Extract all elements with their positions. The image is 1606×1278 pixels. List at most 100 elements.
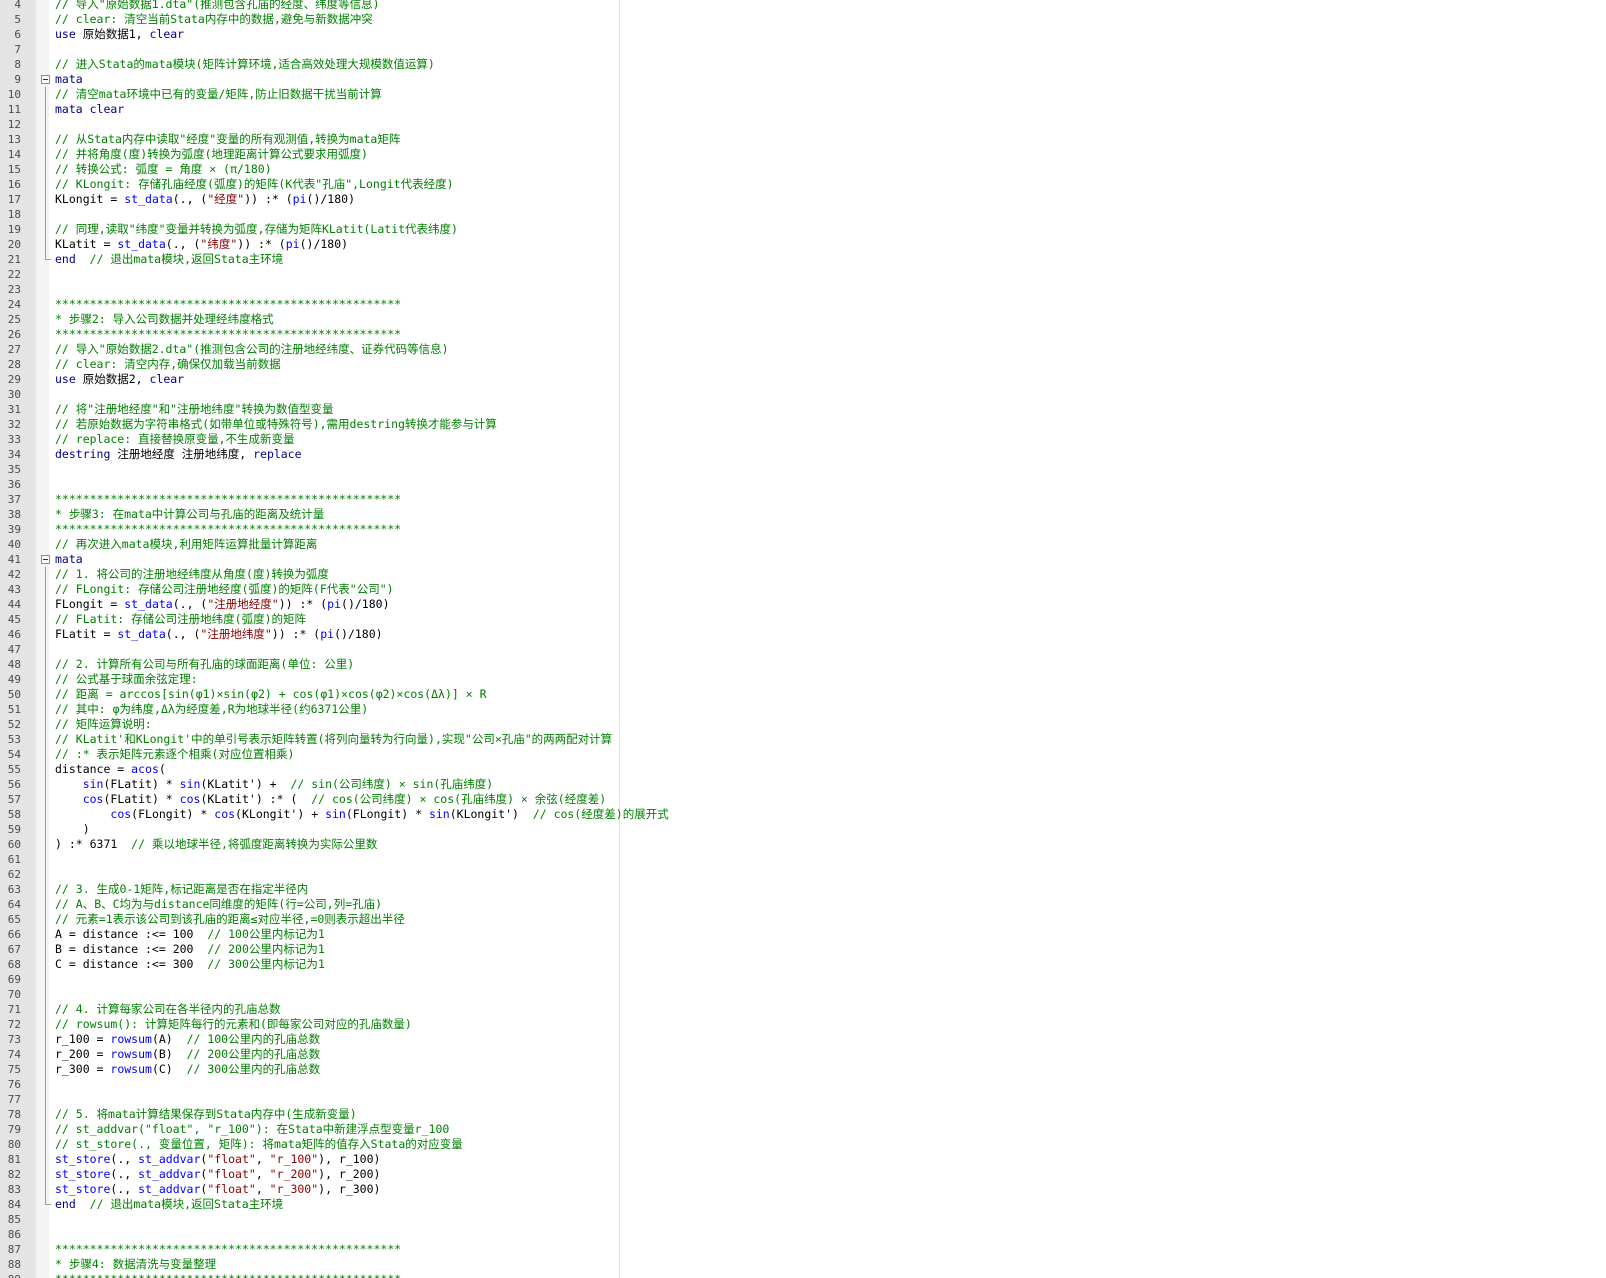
line-code: // rowsum(): 计算矩阵每行的元素和(即每家公司对应的孔庙数量) [55,1017,412,1032]
fold-end-marker [45,252,51,260]
fold-guide-line [45,132,46,147]
code-token: rowsum [110,1047,152,1061]
line-number: 74 [7,1048,21,1061]
line-number: 80 [7,1138,21,1151]
fold-guide-line [45,957,46,972]
line-code: // clear: 清空内存,确保仅加载当前数据 [55,357,281,372]
line-code: // 转换公式: 弧度 = 角度 × (π/180) [55,162,272,177]
code-token: (., ( [172,192,208,206]
code-token: // 距离 = arccos[sin(φ1)×sin(φ2) + cos(φ1)… [55,687,487,701]
line-code: // 距离 = arccos[sin(φ1)×sin(φ2) + cos(φ1)… [55,687,487,702]
line-number: 84 [7,1198,21,1211]
fold-guide-line [45,942,46,957]
line-code: // clear: 清空当前Stata内存中的数据,避免与新数据冲突 [55,12,373,27]
code-token: "r_300" [269,1182,319,1196]
fold-guide-line [45,642,46,657]
code-token: // 若原始数据为字符串格式(如带单位或特殊符号),需用destring转换才能… [55,417,497,431]
fold-guide-line [45,792,46,807]
line-number: 16 [7,178,21,191]
code-token: // 退出mata模块,返回Stata主环境 [89,1197,284,1211]
code-token: // 将"注册地经度"和"注册地纬度"转换为数值型变量 [55,402,334,416]
fold-collapse-icon[interactable] [41,75,50,84]
line-number: 4 [14,0,21,11]
code-token: (FLongit) * [131,807,215,821]
line-number: 45 [7,613,21,626]
line-number: 68 [7,958,21,971]
line-number: 77 [7,1093,21,1106]
line-code: st_store(., st_addvar("float", "r_100"),… [55,1152,380,1167]
line-number: 15 [7,163,21,176]
code-token: pi [292,192,307,206]
code-token: // cos(公司纬度) × cos(孔庙纬度) × 余弦(经度差) [311,792,607,806]
code-token: // 100公里内的孔庙总数 [186,1032,321,1046]
line-number: 66 [7,928,21,941]
line-code: // st_store(., 变量位置, 矩阵): 将mata矩阵的值存入Sta… [55,1137,463,1152]
line-code: distance = acos( [55,762,166,777]
line-code: // 导入"原始数据2.dta"(推测包含公司的注册地经纬度、证券代码等信息) [55,342,449,357]
code-token: clear [149,27,185,41]
code-token: pi [327,597,342,611]
line-number: 58 [7,808,21,821]
code-token: // 乘以地球半径,将弧度距离转换为实际公里数 [131,837,378,851]
line-code: r_200 = rowsum(B) // 200公里内的孔庙总数 [55,1047,320,1062]
fold-collapse-icon[interactable] [41,555,50,564]
fold-guide-line [45,1092,46,1107]
fold-guide-line [45,102,46,117]
line-code: // 从Stata内存中读取"经度"变量的所有观测值,转换为mata矩阵 [55,132,400,147]
line-number: 30 [7,388,21,401]
line-number: 89 [0,1272,21,1278]
line-code: * 步骤2: 导入公司数据并处理经纬度格式 [55,312,274,327]
line-number: 86 [7,1228,21,1241]
code-editor[interactable]: 4 // 导入"原始数据1.dta"(推测包含孔庙的经度、纬度等信息) 5 // cl… [0,0,1606,1278]
code-token: "float" [207,1182,256,1196]
fold-guide-line [45,852,46,867]
code-token: // KLongit: 存储孔庙经度(弧度)的矩阵(K代表"孔庙",Longit… [55,177,454,191]
fold-guide-line [45,912,46,927]
line-code: cos(FLongit) * cos(KLongit') + sin(FLong… [55,807,668,822]
code-token: ()/180) [334,627,383,641]
code-token: st_addvar [138,1167,201,1181]
line-code: // :* 表示矩阵元素逐个相乘(对应位置相乘) [55,747,294,762]
line-code: // FLatit: 存储公司注册地纬度(弧度)的矩阵 [55,612,306,627]
code-token: // 退出mata模块,返回Stata主环境 [89,252,284,266]
line-code: ****************************************… [55,522,401,537]
line-number: 79 [7,1123,21,1136]
line-number: 61 [7,853,21,866]
code-token: ****************************************… [55,297,402,311]
code-token: // st_addvar("float", "r_100"): 在Stata中新… [55,1122,450,1136]
line-number: 44 [7,598,21,611]
code-token: (., ( [165,237,201,251]
code-token: (KLongit') + [235,807,326,821]
code-token: "注册地经度" [207,597,279,611]
line-code: use 原始数据1, clear [55,27,184,42]
fold-guide-line [45,672,46,687]
fold-guide-line [45,1167,46,1182]
code-token: (C) [151,1062,187,1076]
line-code: st_store(., st_addvar("float", "r_200"),… [55,1167,380,1182]
line-number: 57 [7,793,21,806]
line-number: 87 [7,1243,21,1256]
line-number: 75 [7,1063,21,1076]
fold-guide-line [45,687,46,702]
fold-guide-line [45,207,46,222]
code-token: // replace: 直接替换原变量,不生成新变量 [55,432,295,446]
code-token: ()/180) [299,237,349,251]
code-token: st_addvar [138,1152,201,1166]
code-token: "纬度" [200,237,238,251]
line-number: 10 [7,88,21,101]
line-number: 71 [7,1003,21,1016]
line-number: 20 [7,238,21,251]
code-token: sin [179,777,201,791]
code-token: )) :* ( [278,597,328,611]
line-code: // 清空mata环境中已有的变量/矩阵,防止旧数据干扰当前计算 [55,87,382,102]
code-token: // 转换公式: 弧度 = 角度 × (π/180) [55,162,272,176]
code-token: ****************************************… [55,492,402,506]
code-token: ****************************************… [55,1272,401,1278]
line-number: 52 [7,718,21,731]
code-token: r_300 = [55,1062,111,1076]
fold-guide-line [45,147,46,162]
code-token: // 1. 将公司的注册地经纬度从角度(度)转换为弧度 [55,567,329,581]
